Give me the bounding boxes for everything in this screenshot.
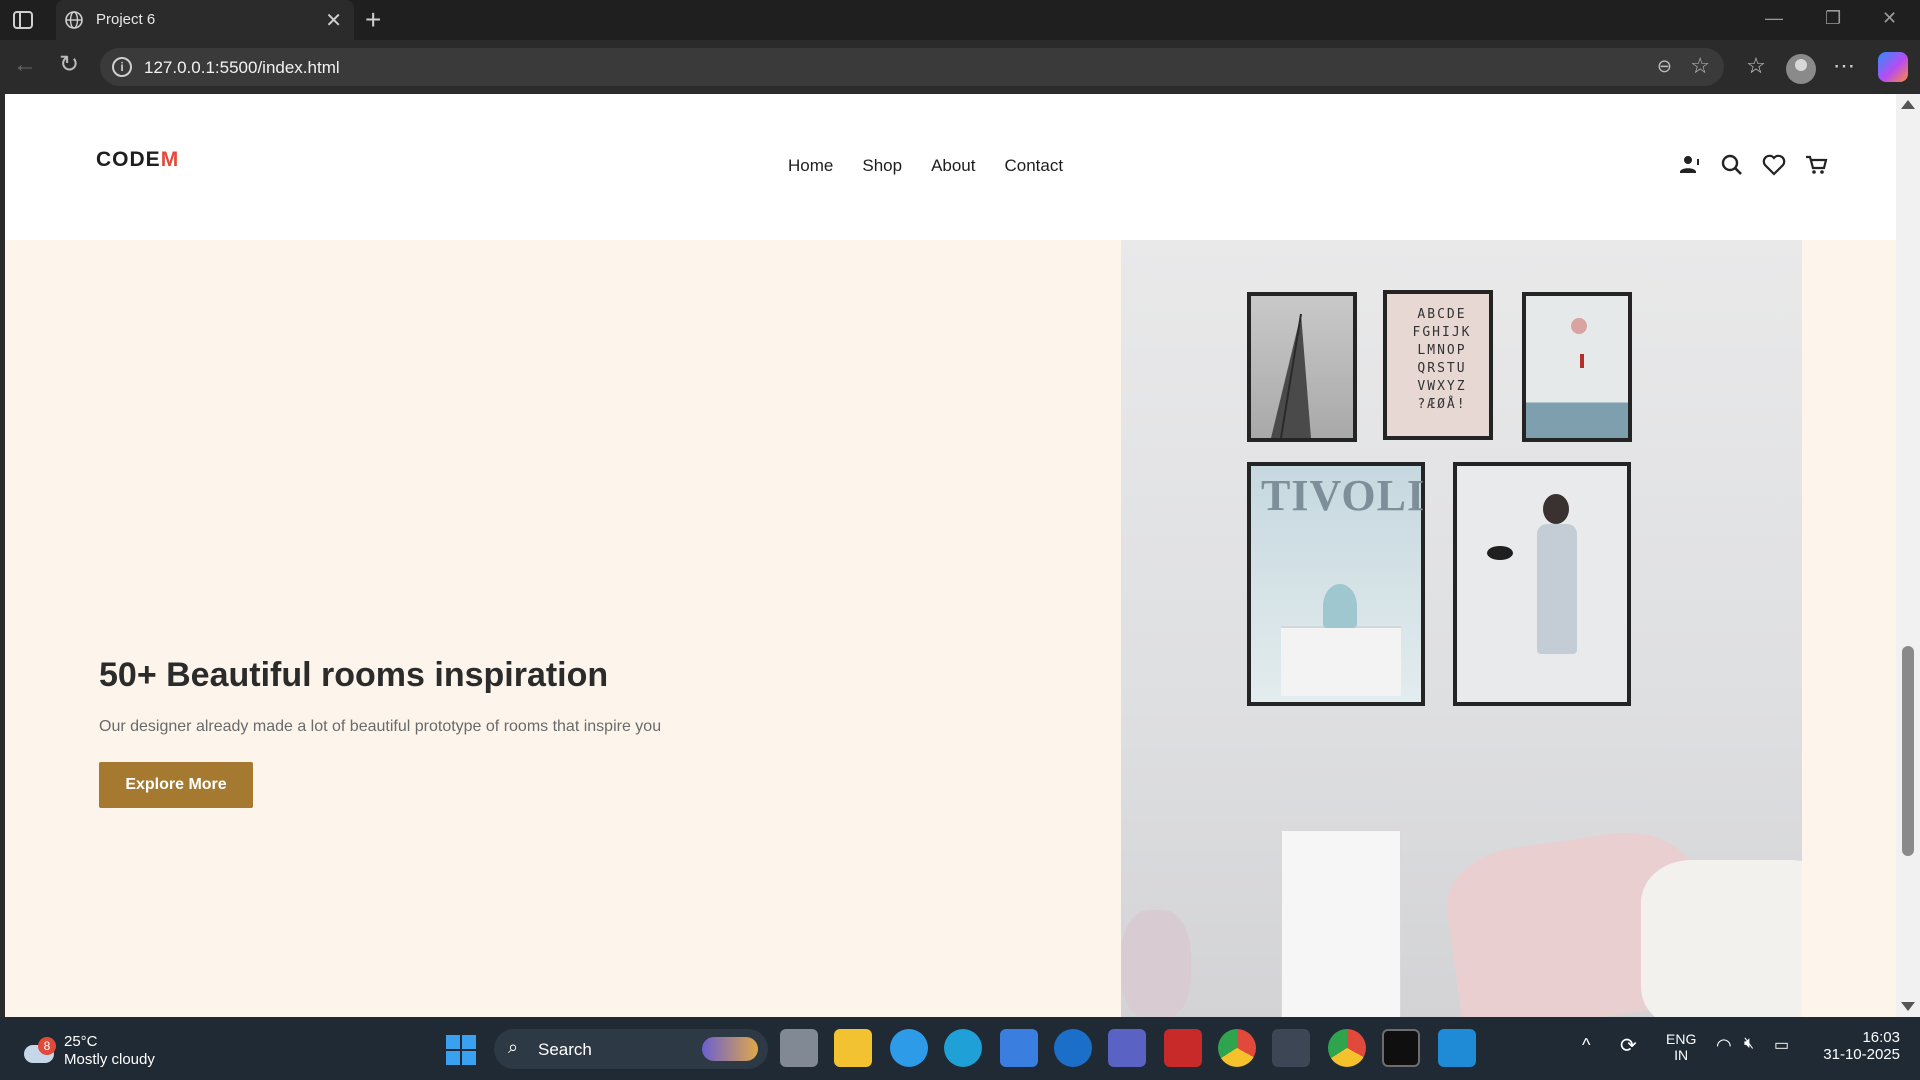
weather-widget[interactable]: 8 25°C Mostly cloudy bbox=[22, 1029, 192, 1069]
heart-icon[interactable] bbox=[1761, 152, 1787, 178]
favorite-star-icon[interactable]: ☆ bbox=[1690, 53, 1710, 79]
search-icon[interactable] bbox=[1719, 152, 1745, 178]
new-tab-icon[interactable]: + bbox=[365, 4, 381, 36]
zoom-icon[interactable]: ⊖ bbox=[1657, 56, 1672, 77]
taskbar-search[interactable]: ⌕ Search bbox=[494, 1029, 768, 1069]
logo-text: CODE bbox=[96, 148, 161, 171]
main-nav: Home Shop About Contact bbox=[788, 156, 1092, 176]
nav-about[interactable]: About bbox=[931, 156, 975, 176]
sync-icon[interactable]: ⟳ bbox=[1620, 1033, 1637, 1058]
logo-mark: M bbox=[160, 148, 180, 171]
task-view-icon[interactable] bbox=[780, 1029, 818, 1067]
favorites-icon[interactable]: ☆ bbox=[1740, 50, 1772, 82]
close-window-icon[interactable]: ✕ bbox=[1882, 8, 1897, 29]
poster-row: FGHIJK bbox=[1412, 325, 1472, 340]
scroll-up-icon[interactable] bbox=[1901, 100, 1915, 109]
site-info-icon[interactable]: i bbox=[112, 57, 132, 77]
hp-icon[interactable] bbox=[1054, 1029, 1092, 1067]
scroll-down-icon[interactable] bbox=[1901, 1002, 1915, 1011]
tab-project-6[interactable]: Project 6 ✕ bbox=[56, 0, 354, 40]
search-icon: ⌕ bbox=[508, 1037, 519, 1057]
tab-strip: Project 6 ✕ + — ❐ ✕ bbox=[0, 0, 1920, 40]
teams-icon[interactable] bbox=[1108, 1029, 1146, 1067]
battery-icon[interactable]: ▭ bbox=[1774, 1035, 1789, 1055]
frame-pier bbox=[1247, 292, 1357, 442]
poster-row: LMNOP bbox=[1417, 343, 1467, 358]
page-viewport: CODEM Home Shop About Contact 50+ Beauti… bbox=[5, 94, 1896, 1017]
hero-room-image: ABCDE FGHIJK LMNOP QRSTU VWXYZ ?ÆØÅ! TIV… bbox=[1121, 240, 1802, 1017]
file-explorer-icon[interactable] bbox=[834, 1029, 872, 1067]
lang-code: ENG bbox=[1666, 1031, 1697, 1047]
search-label: Search bbox=[538, 1040, 592, 1059]
tivoli-text: TIVOLI bbox=[1261, 471, 1426, 520]
copilot-icon[interactable] bbox=[1878, 52, 1908, 82]
hero-title: 50+ Beautiful rooms inspiration bbox=[99, 656, 609, 694]
site-header: CODEM Home Shop About Contact bbox=[5, 94, 1896, 240]
scroll-thumb[interactable] bbox=[1902, 646, 1914, 856]
browser-window: Project 6 ✕ + — ❐ ✕ ← ↻ i 127.0.0.1:5500… bbox=[0, 0, 1920, 1017]
frame-tivoli: TIVOLI bbox=[1247, 462, 1425, 706]
temperature: 25°C bbox=[64, 1033, 98, 1050]
plush-toy bbox=[1121, 910, 1191, 1017]
weather-text: Mostly cloudy bbox=[64, 1051, 155, 1068]
time: 16:03 bbox=[1862, 1029, 1900, 1046]
restore-icon[interactable]: ❐ bbox=[1825, 8, 1841, 29]
start-icon[interactable] bbox=[446, 1035, 476, 1065]
snipping-tool-icon[interactable] bbox=[1272, 1029, 1310, 1067]
poster-row: QRSTU bbox=[1417, 361, 1467, 376]
search-highlight-icon bbox=[702, 1037, 758, 1061]
frame-balloons bbox=[1522, 292, 1632, 442]
tab-title: Project 6 bbox=[96, 11, 156, 28]
vscode-icon[interactable] bbox=[1438, 1029, 1476, 1067]
site-logo[interactable]: CODEM bbox=[96, 148, 179, 172]
nav-shop[interactable]: Shop bbox=[862, 156, 902, 176]
nav-contact[interactable]: Contact bbox=[1005, 156, 1064, 176]
poster-row: VWXYZ bbox=[1417, 379, 1467, 394]
globe-icon bbox=[64, 10, 84, 30]
chrome-icon[interactable] bbox=[1218, 1029, 1256, 1067]
region-code: IN bbox=[1674, 1047, 1689, 1063]
edge-icon[interactable] bbox=[944, 1029, 982, 1067]
mcafee-icon[interactable] bbox=[1164, 1029, 1202, 1067]
knit-pillow bbox=[1641, 860, 1802, 1017]
chrome-profile-icon[interactable] bbox=[1328, 1029, 1366, 1067]
tray-chevron-icon[interactable]: ^ bbox=[1582, 1035, 1590, 1056]
frame-girl-bird bbox=[1453, 462, 1631, 706]
reload-icon[interactable]: ↻ bbox=[54, 50, 84, 80]
weather-badge: 8 bbox=[38, 1037, 56, 1055]
page-scrollbar[interactable] bbox=[1896, 94, 1920, 1017]
help-icon[interactable] bbox=[890, 1029, 928, 1067]
poster-row: ?ÆØÅ! bbox=[1417, 397, 1467, 412]
browser-toolbar: ← ↻ i 127.0.0.1:5500/index.html ⊖ ☆ ☆ ⋯ bbox=[0, 40, 1920, 94]
white-stool bbox=[1281, 830, 1401, 1017]
cart-icon[interactable] bbox=[1803, 152, 1829, 178]
frame-alphabet: ABCDE FGHIJK LMNOP QRSTU VWXYZ ?ÆØÅ! bbox=[1383, 290, 1493, 440]
mute-icon[interactable]: 🔇︎ bbox=[1744, 1035, 1754, 1053]
date: 31-10-2025 bbox=[1823, 1046, 1900, 1063]
account-icon[interactable] bbox=[1677, 152, 1703, 178]
clock[interactable]: 16:03 31-10-2025 bbox=[1818, 1029, 1900, 1063]
close-tab-icon[interactable]: ✕ bbox=[325, 8, 342, 33]
back-icon[interactable]: ← bbox=[10, 50, 40, 80]
language-indicator[interactable]: ENG IN bbox=[1666, 1031, 1696, 1063]
poster-row: ABCDE bbox=[1417, 307, 1467, 322]
wifi-icon[interactable]: ◠ bbox=[1716, 1035, 1732, 1056]
sidebar-toggle-icon[interactable] bbox=[12, 10, 34, 30]
url-text: 127.0.0.1:5500/index.html bbox=[144, 58, 340, 77]
hero-subtitle: Our designer already made a lot of beaut… bbox=[99, 718, 662, 735]
store-icon[interactable] bbox=[1000, 1029, 1038, 1067]
more-menu-icon[interactable]: ⋯ bbox=[1828, 50, 1860, 82]
profile-avatar[interactable] bbox=[1786, 54, 1816, 84]
nav-home[interactable]: Home bbox=[788, 156, 833, 176]
windows-taskbar: 8 25°C Mostly cloudy ⌕ Search ^ ⟳ ENG IN… bbox=[0, 1017, 1920, 1080]
address-bar[interactable]: i 127.0.0.1:5500/index.html ⊖ ☆ bbox=[100, 48, 1724, 86]
terminal-icon[interactable] bbox=[1382, 1029, 1420, 1067]
explore-more-button[interactable]: Explore More bbox=[99, 762, 253, 808]
minimize-icon[interactable]: — bbox=[1765, 8, 1783, 29]
